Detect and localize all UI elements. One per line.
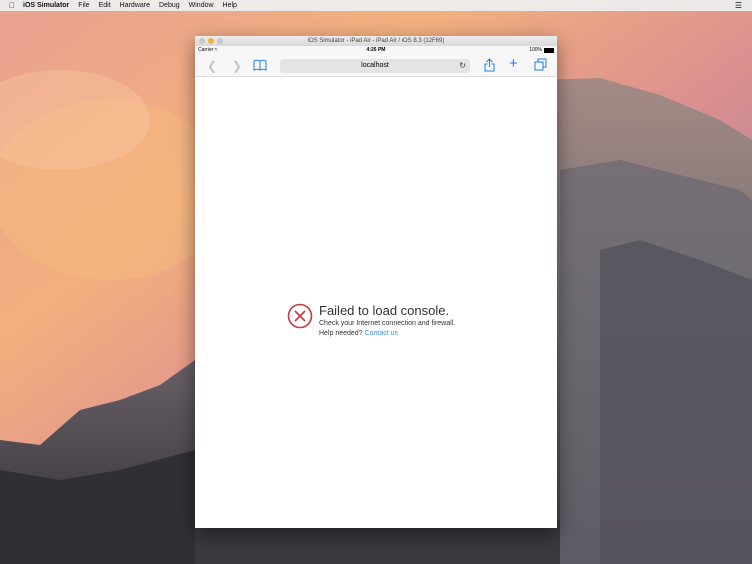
menu-bar:  iOS Simulator File Edit Hardware Debug…: [0, 0, 752, 11]
zoom-button[interactable]: [217, 38, 223, 44]
error-title: Failed to load console.: [319, 303, 450, 318]
menu-window[interactable]: Window: [189, 2, 214, 9]
share-icon[interactable]: [484, 58, 495, 75]
error-help: Help needed? Contact us: [319, 330, 399, 337]
forward-icon[interactable]: ❯: [232, 59, 242, 73]
menu-edit[interactable]: Edit: [99, 2, 111, 9]
contact-us-link[interactable]: Contact us: [365, 330, 398, 337]
battery-status: 100%: [529, 46, 554, 55]
minimize-button[interactable]: [208, 38, 214, 44]
menu-app-name[interactable]: iOS Simulator: [23, 2, 69, 9]
address-text: localhost: [361, 62, 389, 69]
back-icon[interactable]: ❮: [207, 59, 217, 73]
address-bar[interactable]: localhost ↻: [280, 59, 470, 73]
reload-icon[interactable]: ↻: [459, 59, 466, 73]
menu-hardware[interactable]: Hardware: [120, 2, 150, 9]
close-button[interactable]: [199, 38, 205, 44]
apple-icon[interactable]: : [9, 1, 15, 10]
safari-toolbar: ❮ ❯ localhost ↻ +: [195, 55, 557, 77]
bookmarks-icon[interactable]: [253, 59, 267, 74]
page-content: Failed to load console. Check your Inter…: [195, 77, 557, 528]
window-controls: [199, 38, 223, 44]
battery-percent: 100%: [529, 47, 542, 53]
ios-status-bar: Carrier ≈ 4:26 PM 100%: [195, 46, 557, 55]
error-x-icon: [287, 303, 313, 329]
menu-debug[interactable]: Debug: [159, 2, 180, 9]
window-titlebar[interactable]: iOS Simulator - iPad Air - iPad Air / iO…: [195, 36, 557, 46]
menu-help[interactable]: Help: [223, 2, 237, 9]
error-message: Failed to load console. Check your Inter…: [287, 303, 455, 339]
error-text: Failed to load console. Check your Inter…: [319, 303, 455, 339]
battery-icon: [544, 48, 554, 53]
new-tab-icon[interactable]: +: [509, 56, 518, 71]
status-time: 4:26 PM: [366, 47, 386, 53]
error-detail: Check your Internet connection and firew…: [319, 320, 456, 327]
tabs-icon[interactable]: [534, 58, 547, 74]
menu-file[interactable]: File: [78, 2, 89, 9]
list-icon[interactable]: ☰: [735, 1, 742, 10]
simulator-window: iOS Simulator - iPad Air - iPad Air / iO…: [195, 36, 557, 528]
window-title: iOS Simulator - iPad Air - iPad Air / iO…: [307, 38, 445, 44]
